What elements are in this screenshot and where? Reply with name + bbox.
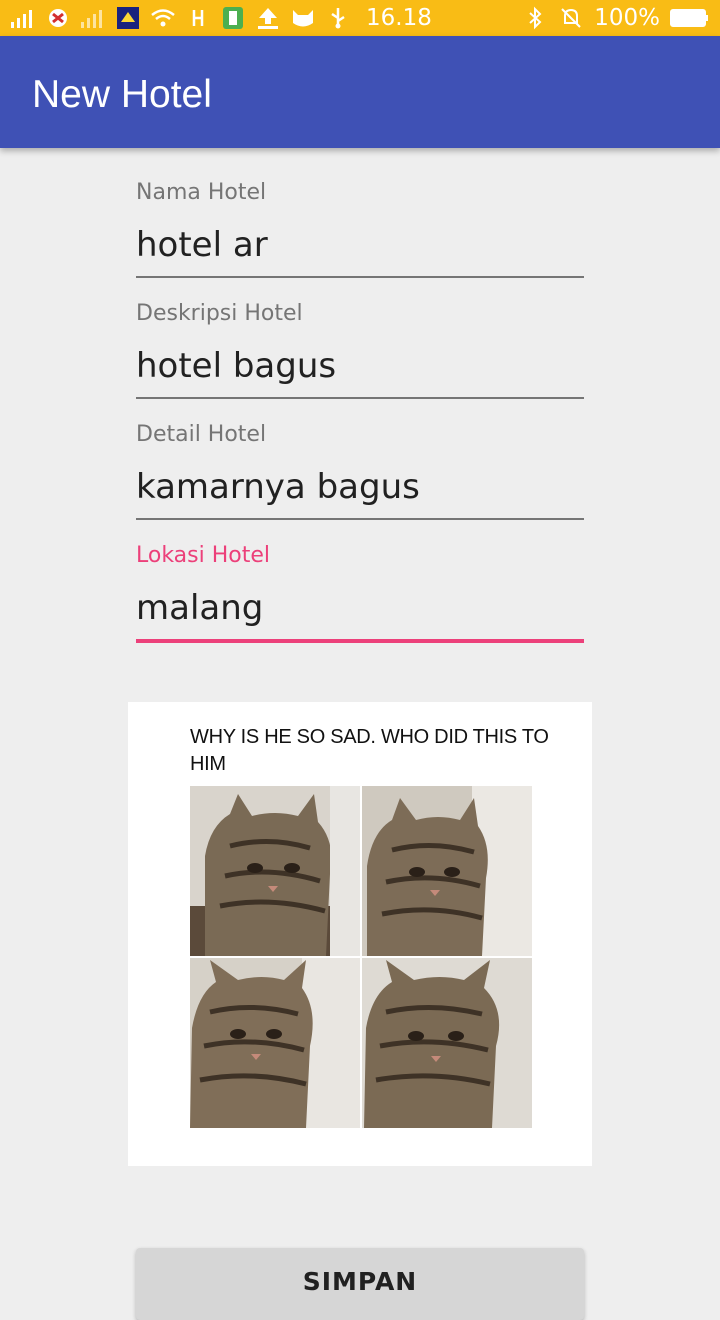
image-caption: WHY IS HE SO SAD. WHO DID THIS TO HIM [190,726,549,775]
status-bar: 16.18 100% [0,0,720,36]
status-bar-right: 100% [522,0,710,36]
app-notification-icon [115,6,141,30]
battery-saver-icon [220,6,246,30]
detail-hotel-underline [136,518,584,520]
nama-hotel-field[interactable]: Nama Hotel hotel ar [136,180,584,278]
cat-photo [362,958,532,1128]
lokasi-hotel-input[interactable]: malang [136,587,584,631]
page-title: New Hotel [32,73,212,116]
detail-hotel-field[interactable]: Detail Hotel kamarnya bagus [136,422,584,520]
app-bar: New Hotel [0,36,720,148]
lokasi-hotel-field[interactable]: Lokasi Hotel malang [136,543,584,643]
wifi-icon [150,6,176,30]
usb-debug-icon [185,6,211,30]
detail-hotel-label: Detail Hotel [136,422,267,447]
deskripsi-hotel-label: Deskripsi Hotel [136,301,303,326]
signal-icon [80,6,106,30]
image-grid [190,786,532,1130]
notifications-off-icon [558,6,584,30]
cat-photo [362,786,532,956]
battery-percent: 100% [594,5,660,31]
bluetooth-icon [522,6,548,30]
deskripsi-hotel-underline [136,397,584,399]
cat-photo [190,958,360,1128]
hotel-image-preview[interactable]: WHY IS HE SO SAD. WHO DID THIS TO HIM [128,702,592,1166]
nama-hotel-input[interactable]: hotel ar [136,224,584,268]
status-time: 16.18 [366,5,432,31]
cat-app-icon [290,6,316,30]
cat-photo [190,786,360,956]
deskripsi-hotel-input[interactable]: hotel bagus [136,345,584,389]
lokasi-hotel-underline [136,639,584,643]
usb-icon [325,6,351,30]
upload-icon [255,6,281,30]
nama-hotel-label: Nama Hotel [136,180,267,205]
lokasi-hotel-label: Lokasi Hotel [136,543,271,568]
detail-hotel-input[interactable]: kamarnya bagus [136,466,584,510]
signal-icon [10,6,36,30]
deskripsi-hotel-field[interactable]: Deskripsi Hotel hotel bagus [136,301,584,399]
nama-hotel-underline [136,276,584,278]
save-button[interactable]: SIMPAN [136,1248,584,1320]
battery-icon [670,6,710,30]
status-bar-left: 16.18 [10,0,432,36]
app-notification-icon [45,6,71,30]
